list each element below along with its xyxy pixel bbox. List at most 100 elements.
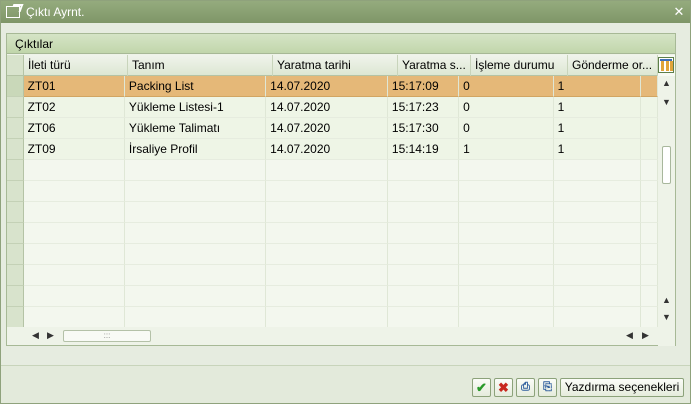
table-cell[interactable]: [23, 181, 125, 202]
table-cell[interactable]: 1: [553, 118, 642, 139]
empty-table-row[interactable]: [7, 181, 658, 202]
print-preview-icon[interactable]: ⎘: [538, 378, 557, 397]
table-cell[interactable]: [266, 307, 388, 328]
row-selector[interactable]: [7, 307, 24, 328]
table-cell[interactable]: [459, 223, 554, 244]
horizontal-scrollbar[interactable]: ◀ ▶ ::: ◀ ▶: [7, 327, 658, 345]
table-cell[interactable]: 1: [553, 139, 642, 160]
table-cell[interactable]: ZT06: [23, 118, 125, 139]
table-cell[interactable]: 15:17:09: [387, 76, 460, 97]
table-cell[interactable]: [641, 202, 658, 223]
column-header-dispatch-time[interactable]: Gönderme or...: [568, 55, 658, 76]
table-cell[interactable]: [266, 244, 388, 265]
table-cell[interactable]: 0: [459, 118, 554, 139]
table-cell[interactable]: [641, 97, 658, 118]
table-cell[interactable]: [266, 202, 388, 223]
table-cell[interactable]: [23, 223, 125, 244]
column-header-message-type[interactable]: İleti türü: [24, 55, 128, 76]
table-cell[interactable]: [641, 223, 658, 244]
table-cell[interactable]: [641, 244, 658, 265]
table-cell[interactable]: [387, 223, 460, 244]
table-cell[interactable]: [387, 160, 460, 181]
table-cell[interactable]: Yükleme Talimatı: [124, 118, 267, 139]
empty-table-row[interactable]: [7, 202, 658, 223]
table-cell[interactable]: [124, 160, 267, 181]
row-selector[interactable]: [7, 160, 24, 181]
table-cell[interactable]: [266, 181, 388, 202]
layout-config-icon[interactable]: [658, 57, 674, 73]
print-options-button[interactable]: Yazdırma seçenekleri: [560, 378, 684, 397]
table-cell[interactable]: Yükleme Listesi-1: [124, 97, 267, 118]
table-cell[interactable]: 1: [553, 97, 642, 118]
row-selector[interactable]: [7, 244, 24, 265]
table-cell[interactable]: [124, 223, 267, 244]
table-cell[interactable]: [387, 307, 460, 328]
table-cell[interactable]: 1: [553, 76, 642, 97]
table-cell[interactable]: [124, 265, 267, 286]
table-cell[interactable]: [459, 286, 554, 307]
table-cell[interactable]: [641, 181, 658, 202]
vertical-scrollbar[interactable]: ▲ ▼ ▲ ▼: [658, 76, 675, 346]
table-cell[interactable]: [266, 265, 388, 286]
table-cell[interactable]: [23, 307, 125, 328]
table-cell[interactable]: [23, 286, 125, 307]
column-header-created-time[interactable]: Yaratma s...: [398, 55, 471, 76]
table-cell[interactable]: [124, 202, 267, 223]
table-cell[interactable]: [553, 286, 642, 307]
empty-table-row[interactable]: [7, 160, 658, 181]
table-cell[interactable]: 0: [459, 97, 554, 118]
table-cell[interactable]: [459, 265, 554, 286]
row-selector[interactable]: [7, 286, 24, 307]
table-cell[interactable]: [641, 307, 658, 328]
scroll-left-icon[interactable]: ▶: [45, 330, 56, 341]
table-cell[interactable]: 14.07.2020: [266, 76, 388, 97]
scroll-up-icon[interactable]: ▲: [661, 295, 672, 306]
table-cell[interactable]: [641, 286, 658, 307]
table-cell[interactable]: [23, 265, 125, 286]
table-cell[interactable]: [553, 181, 642, 202]
empty-table-row[interactable]: [7, 223, 658, 244]
vertical-scroll-thumb[interactable]: [662, 146, 671, 184]
column-header-processing-status[interactable]: İşleme durumu: [471, 55, 568, 76]
table-cell[interactable]: [553, 307, 642, 328]
scroll-top-icon[interactable]: ▲: [661, 78, 672, 89]
table-cell[interactable]: [641, 139, 658, 160]
scroll-right-last-icon[interactable]: ▶: [640, 330, 651, 341]
table-cell[interactable]: [553, 223, 642, 244]
scroll-down-icon[interactable]: ▼: [661, 97, 672, 108]
table-cell[interactable]: [641, 118, 658, 139]
table-cell[interactable]: [387, 244, 460, 265]
table-cell[interactable]: [553, 244, 642, 265]
table-cell[interactable]: [459, 244, 554, 265]
table-cell[interactable]: [641, 76, 658, 97]
table-cell[interactable]: [553, 160, 642, 181]
table-cell[interactable]: [266, 160, 388, 181]
row-selector[interactable]: [7, 97, 24, 118]
empty-table-row[interactable]: [7, 286, 658, 307]
empty-table-row[interactable]: [7, 307, 658, 328]
table-cell[interactable]: [124, 286, 267, 307]
table-cell[interactable]: [641, 160, 658, 181]
scroll-left-first-icon[interactable]: ◀: [30, 330, 41, 341]
scroll-right-icon[interactable]: ◀: [624, 330, 635, 341]
cancel-x-icon[interactable]: ✖: [494, 378, 513, 397]
select-all-corner[interactable]: [7, 55, 24, 76]
table-cell[interactable]: 0: [459, 76, 554, 97]
print-icon[interactable]: ⎙: [516, 378, 535, 397]
table-cell[interactable]: [459, 307, 554, 328]
empty-table-row[interactable]: [7, 244, 658, 265]
table-cell[interactable]: [459, 181, 554, 202]
table-cell[interactable]: 14.07.2020: [266, 139, 388, 160]
table-cell[interactable]: [459, 202, 554, 223]
row-selector[interactable]: [7, 118, 24, 139]
row-selector[interactable]: [7, 76, 24, 97]
table-cell[interactable]: 15:17:23: [387, 97, 460, 118]
table-row[interactable]: ZT02 Yükleme Listesi-1 14.07.2020 15:17:23 0…: [7, 97, 658, 118]
table-cell[interactable]: [553, 265, 642, 286]
table-cell[interactable]: [23, 202, 125, 223]
confirm-check-icon[interactable]: ✔: [472, 378, 491, 397]
column-header-description[interactable]: Tanım: [128, 55, 273, 76]
close-button[interactable]: ✕: [672, 5, 686, 19]
table-cell[interactable]: 15:14:19: [387, 139, 460, 160]
table-cell[interactable]: Packing List: [124, 76, 267, 97]
